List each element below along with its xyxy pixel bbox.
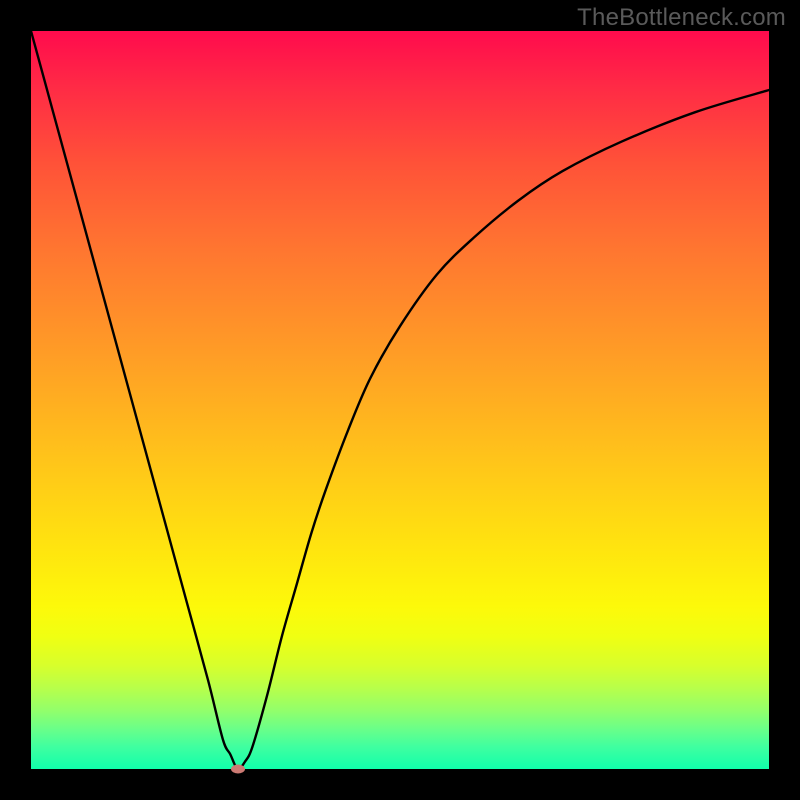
bottleneck-curve (31, 31, 769, 769)
optimal-point-marker (231, 765, 245, 774)
plot-area (31, 31, 769, 769)
watermark-text: TheBottleneck.com (577, 4, 786, 32)
chart-frame: TheBottleneck.com (0, 0, 800, 800)
